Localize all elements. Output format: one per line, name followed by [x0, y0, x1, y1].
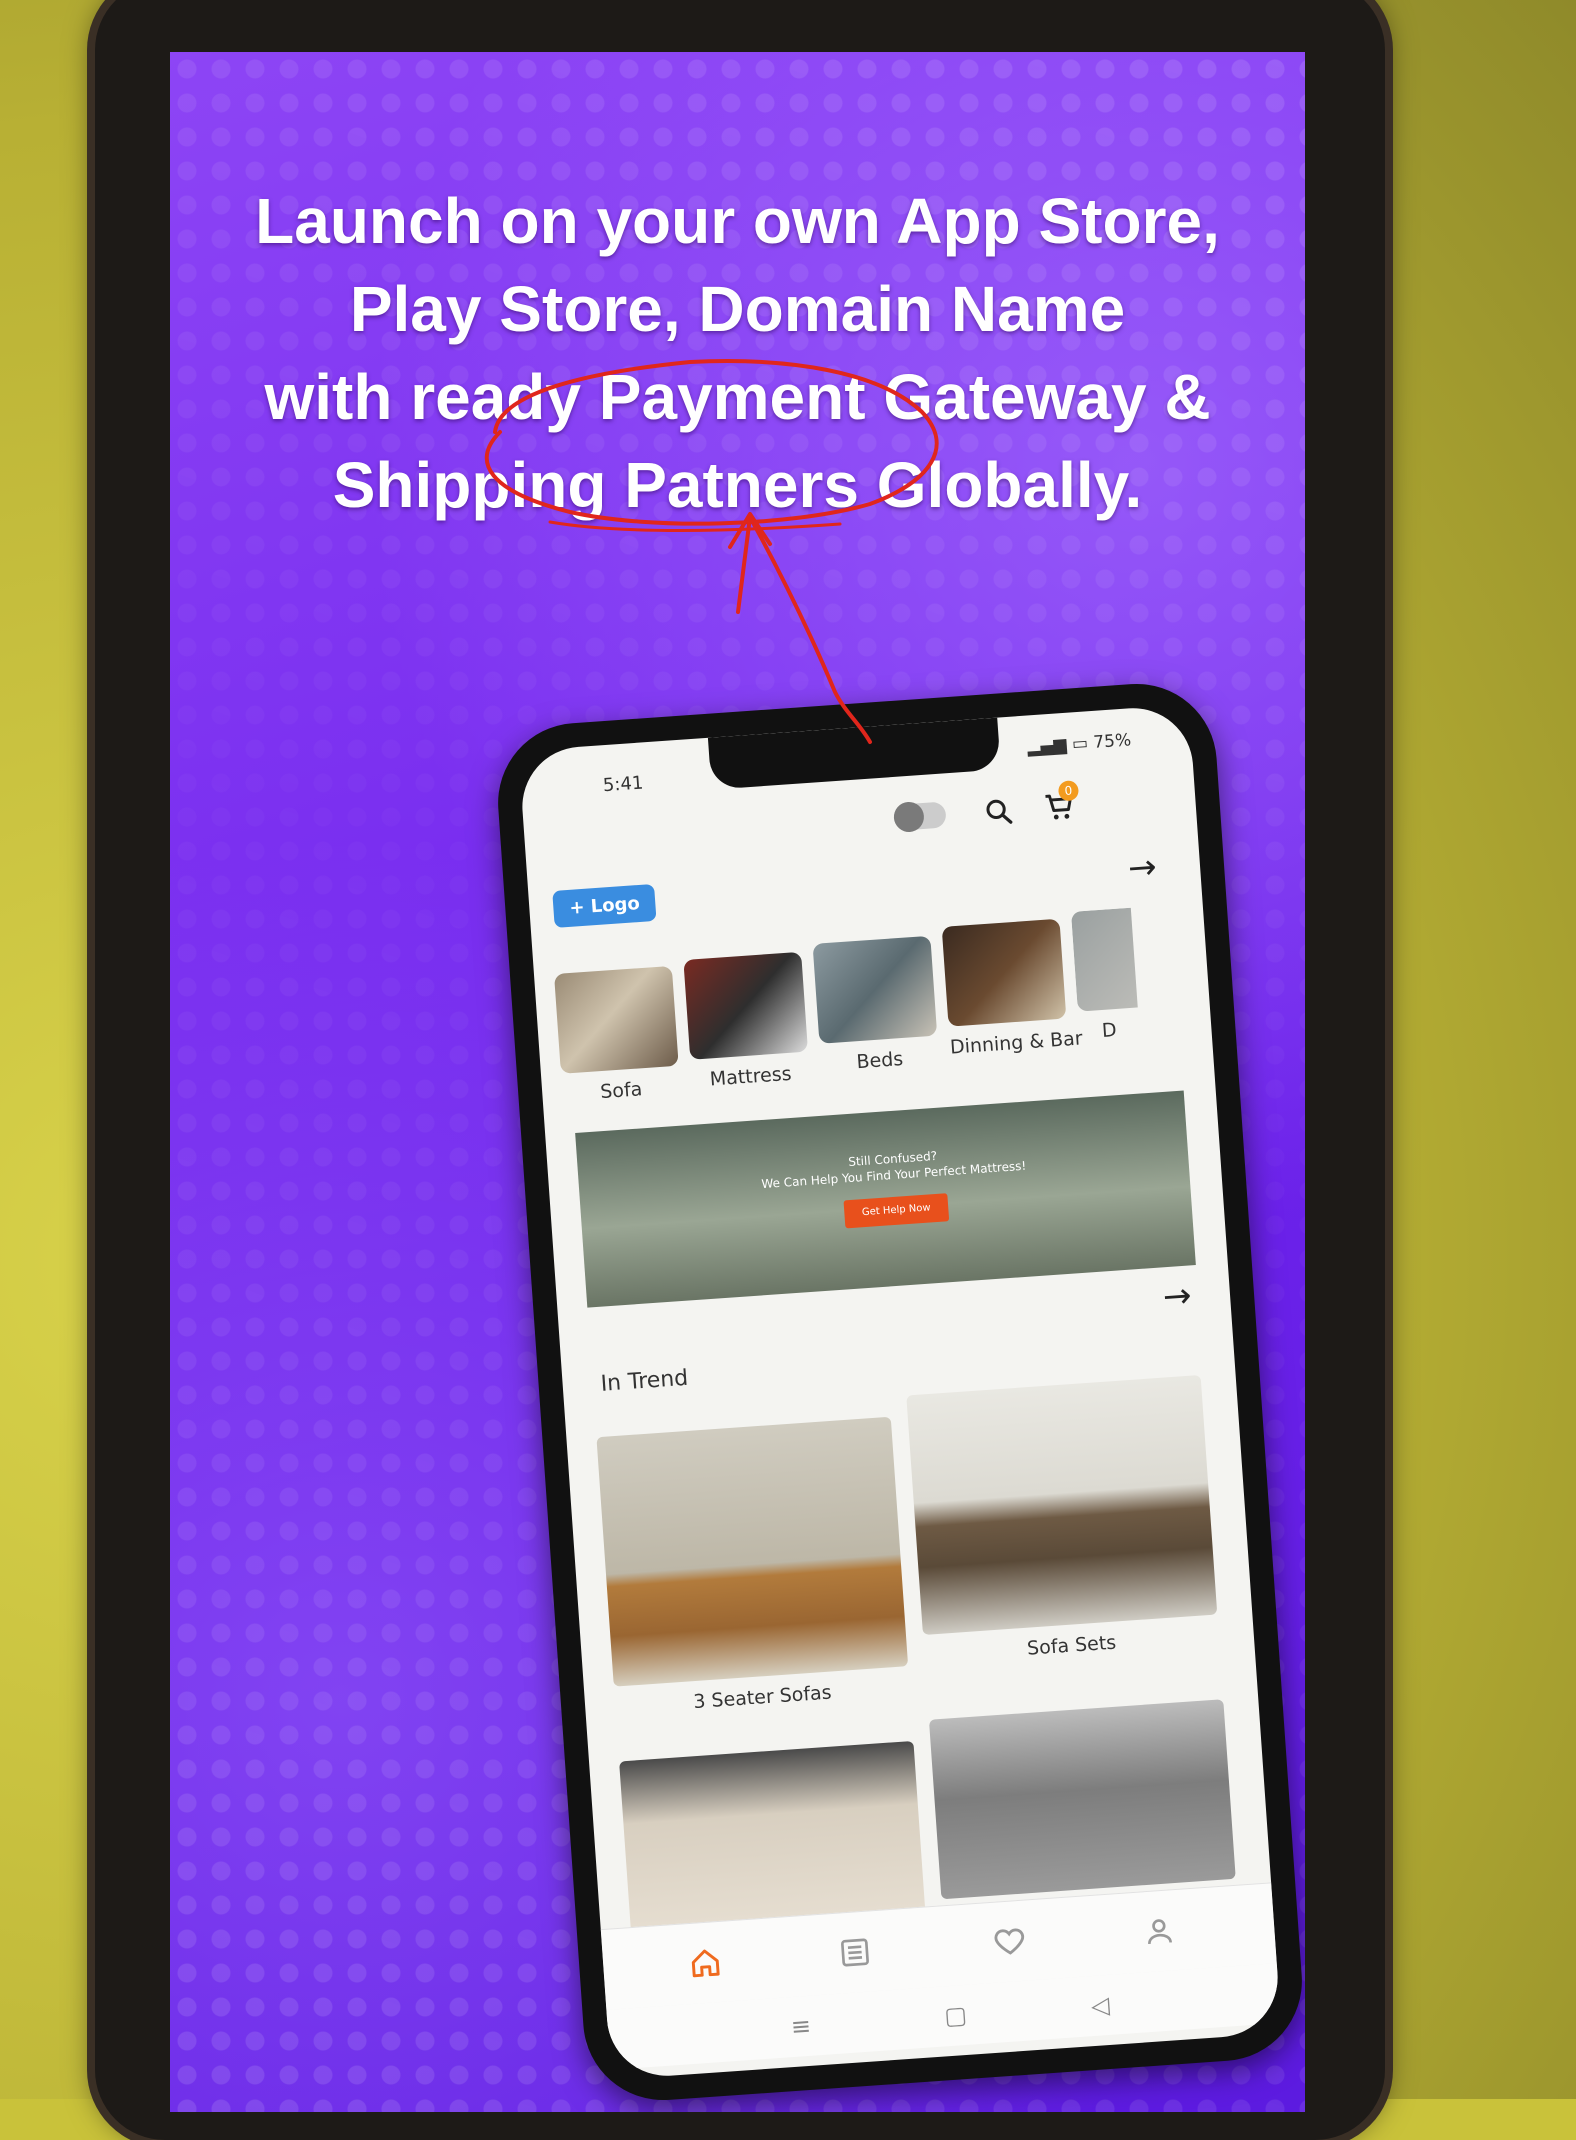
phone-screen: Launch on your own App Store, Play Store… — [170, 52, 1305, 2112]
red-annotation — [484, 359, 939, 744]
